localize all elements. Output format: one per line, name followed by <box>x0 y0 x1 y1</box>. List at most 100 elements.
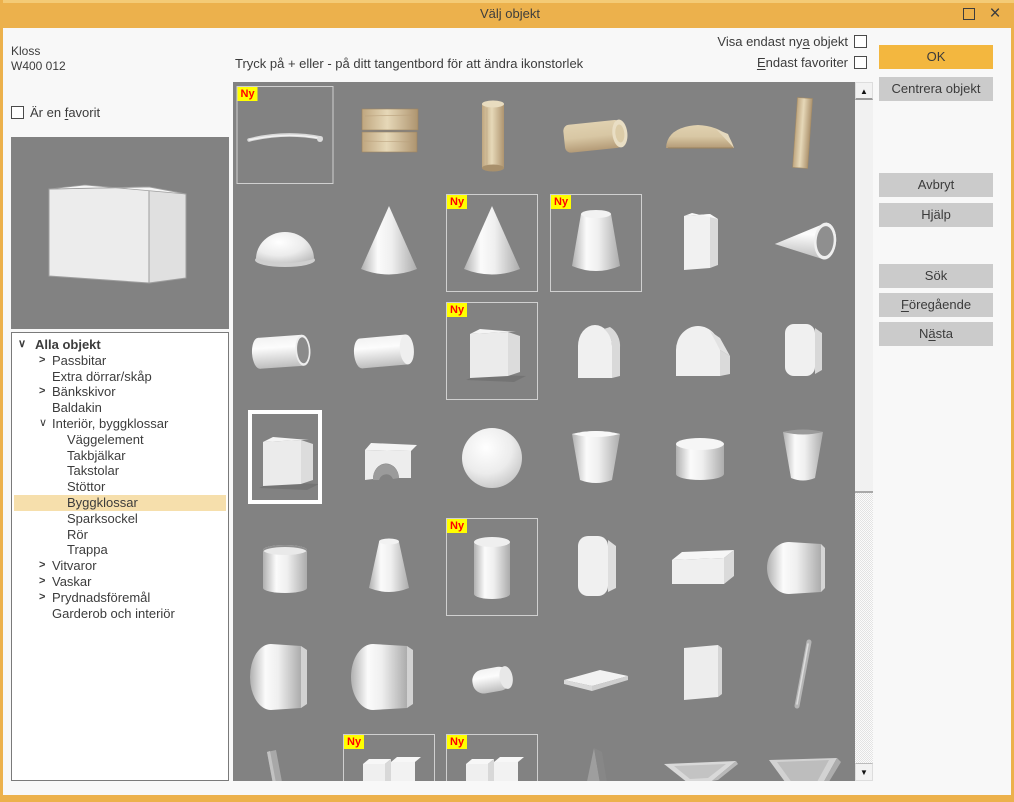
scrollbar-thumb[interactable] <box>855 100 873 493</box>
next-button[interactable]: Nästa <box>879 322 993 346</box>
tree-item-bankskivor[interactable]: > Bänkskivor <box>14 384 226 400</box>
close-icon[interactable]: × <box>985 2 1005 26</box>
object-thumbnail-frustum[interactable] <box>337 514 441 622</box>
ok-button[interactable]: OK <box>879 45 993 69</box>
object-thumbnail-roundBlock[interactable] <box>751 298 855 406</box>
object-thumbnail-logV[interactable] <box>440 82 544 190</box>
bucketNarrow-shape-icon <box>783 429 823 481</box>
object-thumbnail-wedge[interactable] <box>544 730 648 781</box>
tree-item-interior-byggklossar[interactable]: ∨ Interiör, byggklossar <box>14 416 226 432</box>
object-thumbnail-curveRod[interactable]: Ny <box>233 82 337 190</box>
item-frame: Ny <box>343 734 435 781</box>
tree-item-label: Alla objekt <box>35 337 101 352</box>
object-thumbnail-tube[interactable] <box>233 298 337 406</box>
wedge-shape-icon <box>587 748 607 781</box>
object-thumbnail-cylSmallH[interactable] <box>440 622 544 730</box>
grid-scrollbar[interactable]: ▲ ▼ <box>855 82 873 781</box>
tree-item-prydnadsforemal[interactable]: > Prydnadsföremål <box>14 590 226 606</box>
previous-button[interactable]: Föregående <box>879 293 993 317</box>
object-thumbnail-bowlFlat[interactable] <box>648 730 752 781</box>
object-thumbnail-cylH[interactable] <box>337 298 441 406</box>
halfLog-shape-icon <box>666 125 734 149</box>
object-thumbnail-rodDiag[interactable] <box>751 622 855 730</box>
object-thumbnail-bucketWide[interactable] <box>544 406 648 514</box>
tree-item-sparksockel[interactable]: Sparksockel <box>14 511 226 527</box>
tree-item-passbitar[interactable]: > Passbitar <box>14 353 226 369</box>
chevron-right-icon[interactable]: > <box>39 590 45 606</box>
item-frame: Ny <box>550 194 642 292</box>
scroll-up-icon[interactable]: ▲ <box>855 82 873 100</box>
search-button[interactable]: Sök <box>879 264 993 288</box>
object-thumbnail-cylTall[interactable]: Ny <box>440 514 544 622</box>
filter-new-objects-checkbox[interactable] <box>854 35 867 48</box>
object-thumbnail-tallRound2[interactable] <box>337 622 441 730</box>
object-thumbnail-cone[interactable] <box>337 190 441 298</box>
object-thumbnail-cube-selected[interactable] <box>233 406 337 514</box>
cancel-button[interactable]: Avbryt <box>879 173 993 197</box>
object-thumbnail-slab[interactable] <box>648 190 752 298</box>
coneSide-shape-icon <box>774 222 837 260</box>
maximize-icon[interactable] <box>963 8 975 20</box>
tree-item-stottor[interactable]: Stöttor <box>14 479 226 495</box>
tree-item-takbjalkar[interactable]: Takbjälkar <box>14 448 226 464</box>
object-thumbnail-coneSide[interactable] <box>751 190 855 298</box>
object-thumbnail-boxLong[interactable] <box>648 514 752 622</box>
tree-item-label: Bänkskivor <box>52 384 116 400</box>
tree-item-vaggelement[interactable]: Väggelement <box>14 432 226 448</box>
tree-item-label: Takstolar <box>67 463 120 479</box>
roundBlockV-shape-icon <box>767 542 825 594</box>
tree-item-alla-objekt[interactable]: ∨ Alla objekt <box>14 337 226 353</box>
object-thumbnail-drum[interactable] <box>648 406 752 514</box>
filter-favorites-label: Endast favoriter <box>756 55 848 70</box>
object-thumbnail-halfLog[interactable] <box>648 82 752 190</box>
object-thumbnail-plankV[interactable] <box>751 82 855 190</box>
object-thumbnail-cylShort[interactable] <box>233 514 337 622</box>
tree-item-vitvaror[interactable]: > Vitvaror <box>14 558 226 574</box>
title-bar[interactable]: Välj objekt × <box>3 0 1014 28</box>
center-object-button[interactable]: Centrera objekt <box>879 77 993 101</box>
tree-item-byggklossar[interactable]: Byggklossar <box>14 494 226 511</box>
object-thumbnail-logH[interactable] <box>544 82 648 190</box>
scroll-down-icon[interactable]: ▼ <box>855 763 873 781</box>
tree-item-trappa[interactable]: Trappa <box>14 542 226 558</box>
object-thumbnail-roundBlockV[interactable] <box>751 514 855 622</box>
chevron-down-icon[interactable]: ∨ <box>39 416 47 432</box>
object-thumbnail-frustumWide[interactable]: Ny <box>544 190 648 298</box>
filter-new-objects-label: Visa endast nya objekt <box>717 34 848 49</box>
tree-item-baldakin[interactable]: Baldakin <box>14 400 226 416</box>
object-thumbnail-dome[interactable] <box>233 190 337 298</box>
chevron-right-icon[interactable]: > <box>39 574 45 590</box>
tree-item-ror[interactable]: Rör <box>14 527 226 543</box>
chevron-right-icon[interactable]: > <box>39 384 45 400</box>
object-thumbnail-archWide[interactable] <box>648 298 752 406</box>
filter-favorites-checkbox[interactable] <box>854 56 867 69</box>
is-favorite-checkbox[interactable] <box>11 106 24 119</box>
object-thumbnail-leanPlank[interactable] <box>233 730 337 781</box>
icon-size-instruction: Tryck på + eller - på ditt tangentbord f… <box>235 56 584 71</box>
chevron-right-icon[interactable]: > <box>39 558 45 574</box>
bridge-shape-icon <box>365 443 417 480</box>
object-thumbnail-archNarrow[interactable] <box>544 298 648 406</box>
tree-item-extra-dorrar-skap[interactable]: Extra dörrar/skåp <box>14 369 226 385</box>
object-thumbnail-tallRound[interactable] <box>233 622 337 730</box>
object-thumbnail-cone[interactable]: Ny <box>440 190 544 298</box>
object-thumbnail-stackBlocks[interactable]: Ny <box>337 730 441 781</box>
object-thumbnail-funnel[interactable] <box>751 730 855 781</box>
logH-shape-icon <box>563 119 628 153</box>
object-thumbnail-bucketNarrow[interactable] <box>751 406 855 514</box>
tree-item-vaskar[interactable]: > Vaskar <box>14 574 226 590</box>
object-thumbnail-stackBlocks[interactable]: Ny <box>440 730 544 781</box>
scrollbar-track[interactable] <box>855 493 873 763</box>
object-thumbnail-planks[interactable] <box>337 82 441 190</box>
object-thumbnail-roundSlabTall[interactable] <box>544 514 648 622</box>
object-thumbnail-panel[interactable] <box>648 622 752 730</box>
chevron-down-icon[interactable]: ∨ <box>18 337 26 353</box>
object-thumbnail-flatSlab[interactable] <box>544 622 648 730</box>
tree-item-garderob-och-interior[interactable]: Garderob och interiör <box>14 606 226 622</box>
help-button[interactable]: Hjälp <box>879 203 993 227</box>
tree-item-takstolar[interactable]: Takstolar <box>14 463 226 479</box>
chevron-right-icon[interactable]: > <box>39 353 45 369</box>
object-thumbnail-sphere[interactable] <box>440 406 544 514</box>
object-thumbnail-bridge[interactable] <box>337 406 441 514</box>
object-thumbnail-cube[interactable]: Ny <box>440 298 544 406</box>
